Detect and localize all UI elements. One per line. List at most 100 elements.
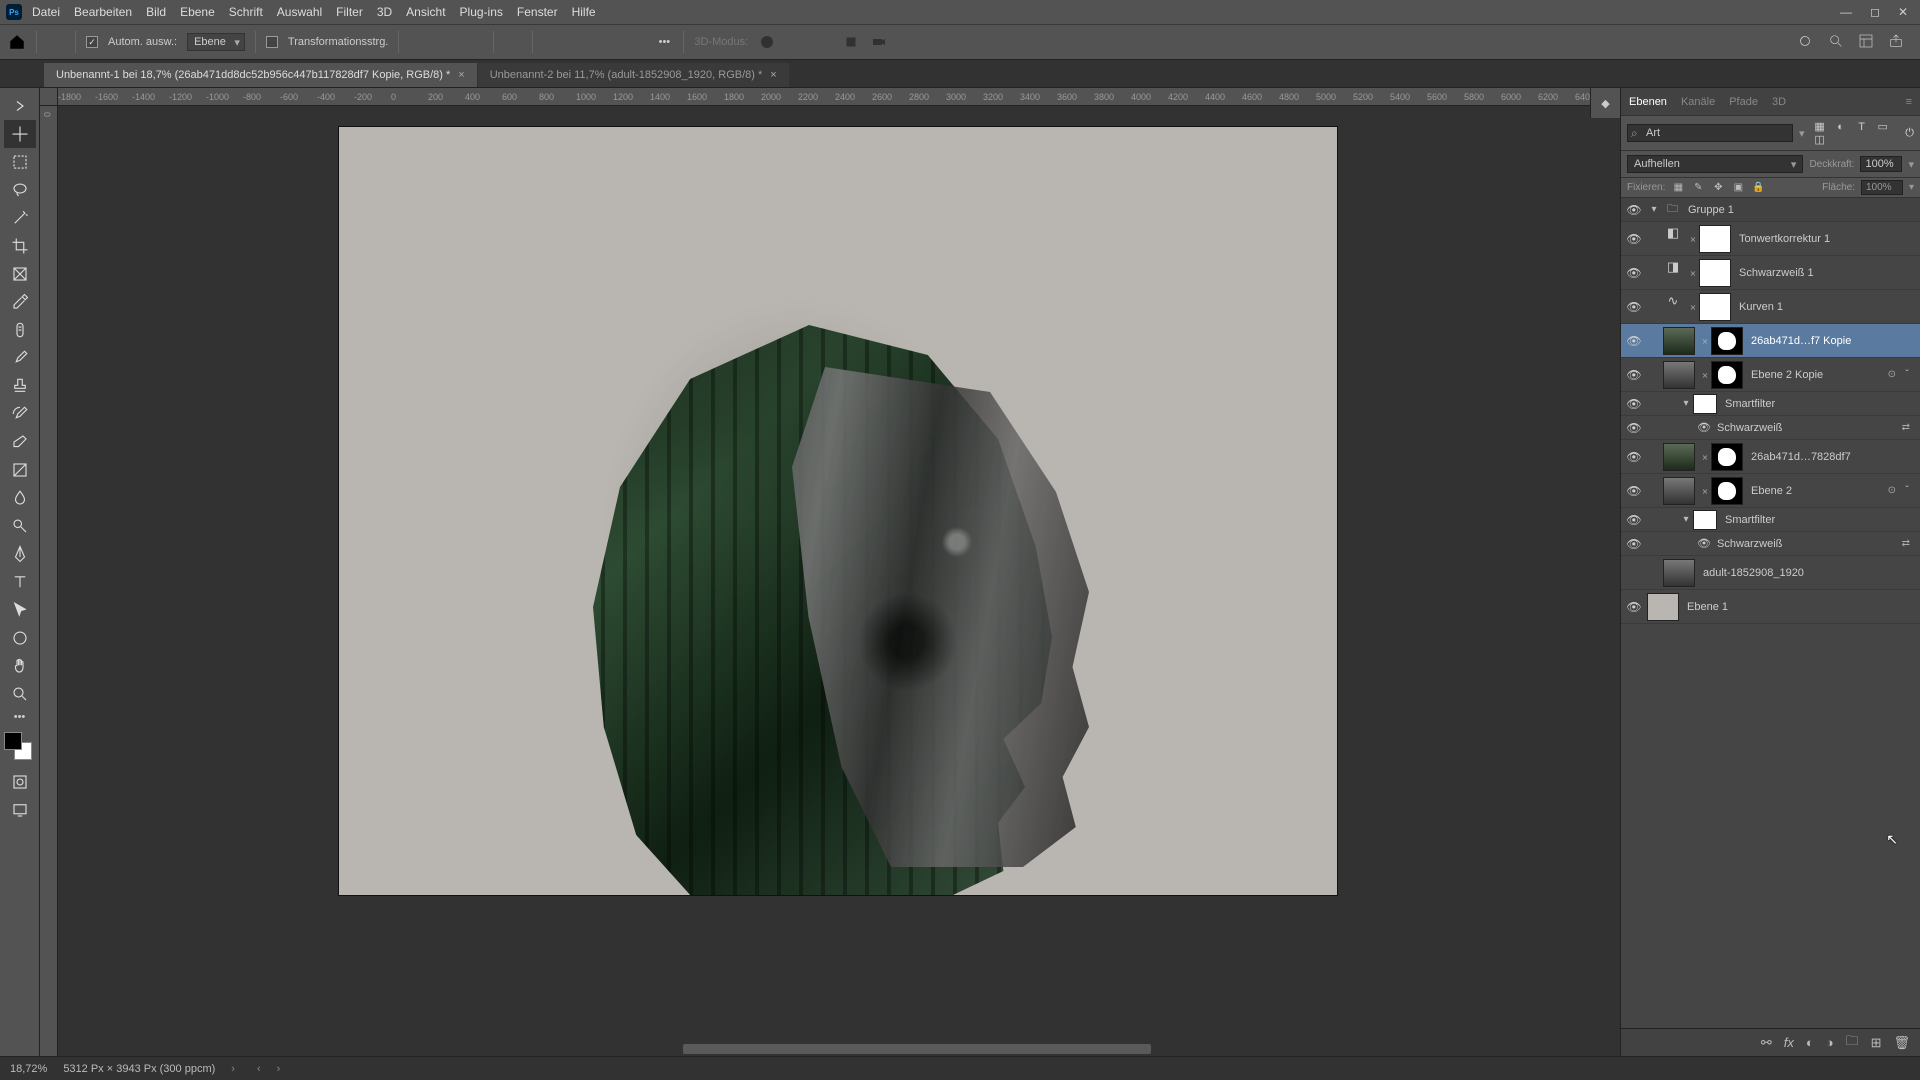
smartfilter-mask-thumb[interactable] xyxy=(1693,394,1717,414)
delete-layer-icon[interactable]: 🗑 xyxy=(1893,1035,1910,1051)
layers-list[interactable]: 👁▾🗀Gruppe 1👁◧𐄂Tonwertkorrektur 1👁◨𐄂Schwa… xyxy=(1621,198,1920,1028)
filter-adjust-icon[interactable]: ◐ xyxy=(1832,121,1850,133)
layer-thumb[interactable] xyxy=(1663,327,1695,355)
filter-type-icon[interactable]: T xyxy=(1853,121,1871,133)
filter-smart-icon[interactable]: ◫ xyxy=(1811,133,1829,146)
share-icon[interactable] xyxy=(1888,33,1904,52)
collapsed-panel-icon[interactable]: ◆ xyxy=(1590,88,1620,118)
menu-hilfe[interactable]: Hilfe xyxy=(572,5,596,19)
filter-visibility-icon[interactable]: 👁 xyxy=(1695,537,1713,550)
panel-tab-ebenen[interactable]: Ebenen xyxy=(1629,96,1667,108)
gradient-tool[interactable] xyxy=(4,456,36,484)
menu-plug-ins[interactable]: Plug-ins xyxy=(460,5,503,19)
search-icon[interactable] xyxy=(1828,33,1844,52)
layer-name-label[interactable]: Gruppe 1 xyxy=(1684,204,1914,216)
layer-visibility-toggle[interactable]: 👁 xyxy=(1621,334,1647,348)
layer-row[interactable]: 👁◨𐄂Schwarzweiß 1 xyxy=(1621,256,1920,290)
layer-row[interactable]: 👁👁Schwarzweiß⇄ xyxy=(1621,532,1920,556)
layer-row[interactable]: 👁∿𐄂Kurven 1 xyxy=(1621,290,1920,324)
filter-toggle-icon[interactable]: ⏻ xyxy=(1905,127,1914,140)
foreground-color-swatch[interactable] xyxy=(4,732,22,750)
maximize-icon[interactable]: ◻ xyxy=(1870,5,1880,19)
frame-tool[interactable] xyxy=(4,260,36,288)
layer-mask-thumb[interactable] xyxy=(1711,361,1743,389)
panel-tab-kanäle[interactable]: Kanäle xyxy=(1681,96,1715,108)
layer-visibility-toggle[interactable]: 👁 xyxy=(1621,537,1647,551)
zoom-level[interactable]: 18,72% xyxy=(10,1063,47,1075)
layer-visibility-toggle[interactable]: 👁 xyxy=(1621,450,1647,464)
panel-tab-pfade[interactable]: Pfade xyxy=(1729,96,1758,108)
smartfilter-disclosure-icon[interactable]: ▾ xyxy=(1679,398,1693,409)
status-nav-left-icon[interactable]: ‹ xyxy=(257,1063,261,1075)
canvas-artboard[interactable] xyxy=(338,126,1338,896)
lock-transparency-icon[interactable]: ▦ xyxy=(1671,182,1685,193)
history-brush-tool[interactable] xyxy=(4,400,36,428)
layer-thumb[interactable] xyxy=(1663,443,1695,471)
layer-row[interactable]: 👁▾🗀Gruppe 1 xyxy=(1621,198,1920,222)
layer-visibility-toggle[interactable]: 👁 xyxy=(1621,300,1647,314)
layer-visibility-toggle[interactable]: 👁 xyxy=(1621,397,1647,411)
auto-select-checkbox[interactable] xyxy=(86,36,98,48)
path-select-tool[interactable] xyxy=(4,596,36,624)
filter-shape-icon[interactable]: ▭ xyxy=(1874,120,1892,133)
layer-visibility-toggle[interactable]: 👁 xyxy=(1621,484,1647,498)
status-info-chevron-icon[interactable]: › xyxy=(231,1063,235,1075)
layer-name-label[interactable]: Tonwertkorrektur 1 xyxy=(1735,233,1914,245)
align-bottom-icon[interactable] xyxy=(599,33,617,51)
heal-tool[interactable] xyxy=(4,316,36,344)
marquee-tool[interactable] xyxy=(4,148,36,176)
layer-name-label[interactable]: 26ab471d…f7 Kopie xyxy=(1747,335,1914,347)
layer-mask-thumb[interactable] xyxy=(1699,225,1731,253)
menu-datei[interactable]: Datei xyxy=(32,5,60,19)
layer-visibility-toggle[interactable]: 👁 xyxy=(1621,368,1647,382)
menu-auswahl[interactable]: Auswahl xyxy=(277,5,322,19)
layer-visibility-toggle[interactable]: 👁 xyxy=(1621,203,1647,217)
filter-pixel-icon[interactable]: ▦ xyxy=(1811,120,1829,133)
document-tab-1[interactable]: Unbenannt-2 bei 11,7% (adult-1852908_192… xyxy=(478,63,790,87)
new-group-icon[interactable]: 🗀 xyxy=(1846,1032,1859,1054)
filter-visibility-icon[interactable]: 👁 xyxy=(1695,421,1713,434)
layer-visibility-toggle[interactable]: 👁 xyxy=(1621,266,1647,280)
screenmode-tool[interactable] xyxy=(4,796,36,824)
layer-row[interactable]: 👁𐄂26ab471d…f7 Kopie xyxy=(1621,324,1920,358)
layer-name-label[interactable]: Ebene 1 xyxy=(1683,601,1914,613)
minimize-icon[interactable]: — xyxy=(1840,5,1852,19)
document-tab-0[interactable]: Unbenannt-1 bei 18,7% (26ab471dd8dc52b95… xyxy=(44,63,478,87)
layer-name-label[interactable]: Kurven 1 xyxy=(1735,301,1914,313)
layer-mask-thumb[interactable] xyxy=(1699,259,1731,287)
stamp-tool[interactable] xyxy=(4,372,36,400)
layer-fx-icon[interactable]: fx xyxy=(1784,1035,1794,1050)
new-layer-icon[interactable]: ⊞ xyxy=(1871,1035,1882,1051)
eraser-tool[interactable] xyxy=(4,428,36,456)
layer-visibility-toggle[interactable]: 👁 xyxy=(1621,513,1647,527)
layer-row[interactable]: adult-1852908_1920 xyxy=(1621,556,1920,590)
distribute-v-icon[interactable] xyxy=(627,33,645,51)
status-nav-right-icon[interactable]: › xyxy=(277,1063,281,1075)
layer-name-label[interactable]: Smartfilter xyxy=(1721,514,1914,526)
more-options-icon[interactable]: ••• xyxy=(655,33,673,51)
lock-position-icon[interactable]: ✥ xyxy=(1711,182,1725,193)
layer-row[interactable]: 👁Ebene 1 xyxy=(1621,590,1920,624)
quickmask-tool[interactable] xyxy=(4,768,36,796)
layer-visibility-toggle[interactable]: 👁 xyxy=(1621,421,1647,435)
layer-row[interactable]: 👁𐄂Ebene 2⊙ˇ xyxy=(1621,474,1920,508)
close-icon[interactable]: ✕ xyxy=(1898,5,1908,19)
layer-row[interactable]: 👁◧𐄂Tonwertkorrektur 1 xyxy=(1621,222,1920,256)
group-disclosure-icon[interactable]: ▾ xyxy=(1647,204,1661,215)
layer-name-label[interactable]: 26ab471d…7828df7 xyxy=(1747,451,1914,463)
layer-name-label[interactable]: Ebene 2 Kopie xyxy=(1747,369,1884,381)
ruler-origin[interactable] xyxy=(40,88,58,106)
transform-controls-checkbox[interactable] xyxy=(266,36,278,48)
layer-mask-thumb[interactable] xyxy=(1699,293,1731,321)
edit-toolbar-icon[interactable]: ••• xyxy=(4,708,36,726)
layer-filter-dropdown[interactable] xyxy=(1627,124,1793,142)
brush-tool[interactable] xyxy=(4,344,36,372)
wand-tool[interactable] xyxy=(4,204,36,232)
menu-ansicht[interactable]: Ansicht xyxy=(406,5,445,19)
lock-artboard-icon[interactable]: ▣ xyxy=(1731,182,1745,193)
color-swatches[interactable] xyxy=(4,732,32,760)
smartfilter-mask-thumb[interactable] xyxy=(1693,510,1717,530)
opacity-value-field[interactable]: 100% xyxy=(1860,156,1902,172)
menu-ebene[interactable]: Ebene xyxy=(180,5,215,19)
align-left-icon[interactable] xyxy=(409,33,427,51)
